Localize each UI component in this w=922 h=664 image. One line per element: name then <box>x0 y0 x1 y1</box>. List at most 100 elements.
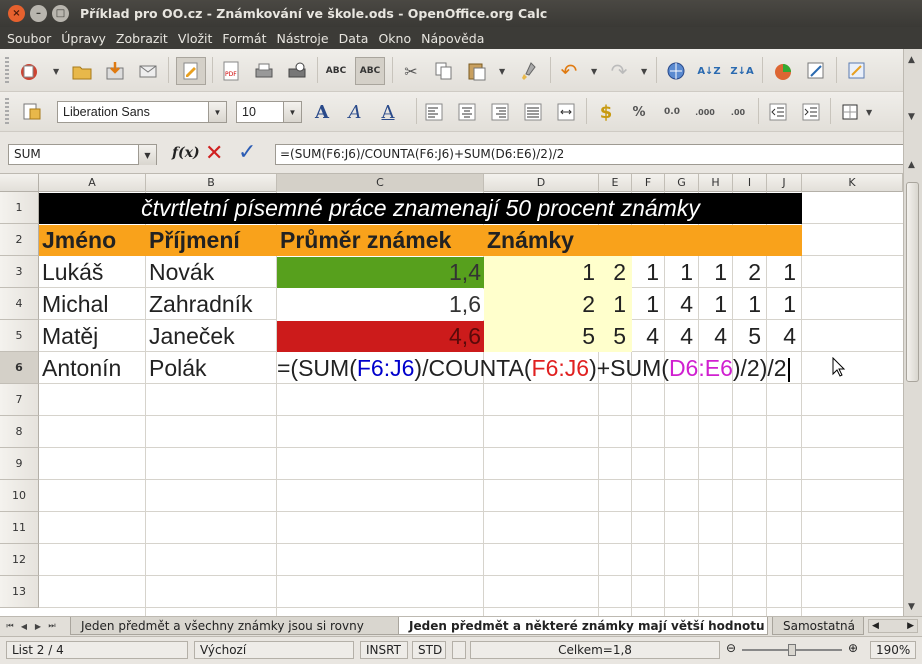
row-header-4[interactable]: 4 <box>0 288 39 320</box>
align-right-icon[interactable] <box>488 100 512 124</box>
bold-icon[interactable]: A <box>310 100 334 124</box>
first-sheet-icon[interactable]: ⏮ <box>4 620 16 632</box>
row-header-5[interactable]: 5 <box>0 320 39 352</box>
cell-c5[interactable]: 4,6 <box>277 321 484 352</box>
cell-h4[interactable]: 1 <box>699 289 733 320</box>
cell-f4[interactable]: 1 <box>632 289 665 320</box>
menu-window[interactable]: Okno <box>373 31 416 46</box>
cell-d5[interactable]: 5 <box>484 321 599 352</box>
merge-cells-icon[interactable] <box>554 100 578 124</box>
status-insert-mode[interactable]: INSRT <box>360 641 408 659</box>
cell-g5[interactable]: 4 <box>665 321 699 352</box>
cell-h3[interactable]: 1 <box>699 257 733 288</box>
edit-file-icon[interactable] <box>176 57 206 85</box>
new-document-icon[interactable] <box>17 59 41 83</box>
menu-tools[interactable]: Nástroje <box>271 31 333 46</box>
column-header-d[interactable]: D <box>484 174 599 192</box>
row-header-8[interactable]: 8 <box>0 416 39 448</box>
menu-help[interactable]: Nápověda <box>416 31 489 46</box>
cell-f5[interactable]: 4 <box>632 321 665 352</box>
sort-descending-icon[interactable]: Z↓A <box>730 59 754 83</box>
status-selection-mode[interactable]: STD <box>412 641 446 659</box>
cell-e4[interactable]: 1 <box>599 289 632 320</box>
row-header-9[interactable]: 9 <box>0 448 39 480</box>
zoom-slider[interactable]: ⊖ ⊕ <box>724 641 864 659</box>
delete-decimal-icon[interactable]: .00 <box>726 100 750 124</box>
cell-c4[interactable]: 1,6 <box>277 289 484 320</box>
currency-format-icon[interactable]: $ <box>594 100 618 124</box>
scroll-down-icon[interactable]: ▼ <box>908 602 915 612</box>
menu-view[interactable]: Zobrazit <box>111 31 173 46</box>
align-left-icon[interactable] <box>422 100 446 124</box>
show-draw-functions-icon[interactable] <box>804 59 828 83</box>
cell-j5[interactable]: 4 <box>767 321 802 352</box>
paste-icon[interactable] <box>465 59 489 83</box>
cell-i5[interactable]: 5 <box>733 321 767 352</box>
toolbar-grip[interactable] <box>5 98 9 124</box>
cell-d3[interactable]: 1 <box>484 257 599 288</box>
status-page-style[interactable]: Výchozí <box>194 641 354 659</box>
email-icon[interactable] <box>136 59 160 83</box>
cell-j4[interactable]: 1 <box>767 289 802 320</box>
open-folder-icon[interactable] <box>70 59 94 83</box>
clone-formatting-icon[interactable] <box>518 59 542 83</box>
auto-spellcheck-icon[interactable]: ABC <box>355 57 385 85</box>
row-header-10[interactable]: 10 <box>0 480 39 512</box>
font-name-combo[interactable]: Liberation Sans ▼ <box>57 101 227 123</box>
maximize-window-button[interactable]: □ <box>52 5 69 22</box>
menu-data[interactable]: Data <box>334 31 374 46</box>
status-zoom-level[interactable]: 190% <box>870 641 916 659</box>
cell-c2[interactable]: Průměr známek <box>277 225 484 256</box>
save-icon[interactable] <box>103 59 127 83</box>
cell-c6-editing[interactable]: =(SUM(F6:J6)/COUNTA(F6:J6)+SUM(D6:E6)/2)… <box>277 353 790 384</box>
cell-f3[interactable]: 1 <box>632 257 665 288</box>
cancel-icon[interactable]: ✕ <box>205 141 223 166</box>
next-sheet-icon[interactable]: ▶ <box>32 620 44 632</box>
font-size-dropdown-icon[interactable]: ▼ <box>283 102 301 122</box>
cell-a5[interactable]: Matěj <box>39 321 146 352</box>
undo-icon[interactable]: ↶ <box>557 59 581 83</box>
column-header-g[interactable]: G <box>665 174 699 192</box>
close-window-button[interactable]: × <box>8 5 25 22</box>
export-pdf-icon[interactable]: PDF <box>219 59 243 83</box>
formula-input[interactable]: =(SUM(F6:J6)/COUNTA(F6:J6)+SUM(D6:E6)/2)… <box>275 144 916 165</box>
minimize-window-button[interactable]: – <box>30 5 47 22</box>
new-dropdown-icon[interactable]: ▼ <box>53 67 59 76</box>
column-header-a[interactable]: A <box>39 174 146 192</box>
print-preview-icon[interactable] <box>285 59 309 83</box>
column-header-j[interactable]: J <box>767 174 802 192</box>
name-box-dropdown-icon[interactable]: ▼ <box>138 145 156 165</box>
cell-a6[interactable]: Antonín <box>39 353 146 384</box>
scroll-left-icon[interactable]: ◀ <box>872 621 879 631</box>
font-size-combo[interactable]: 10 ▼ <box>236 101 302 123</box>
row-header-6[interactable]: 6 <box>0 352 39 384</box>
column-header-e[interactable]: E <box>599 174 632 192</box>
column-header-h[interactable]: H <box>699 174 733 192</box>
cell-a4[interactable]: Michal <box>39 289 146 320</box>
column-header-c[interactable]: C <box>277 174 484 192</box>
cell-h5[interactable]: 4 <box>699 321 733 352</box>
cell-i3[interactable]: 2 <box>733 257 767 288</box>
cell-a2[interactable]: Jméno <box>39 225 146 256</box>
spellcheck-icon[interactable]: ABC <box>324 59 348 83</box>
row-header-12[interactable]: 12 <box>0 544 39 576</box>
undo-dropdown-icon[interactable]: ▼ <box>591 67 597 76</box>
row-header-13[interactable]: 13 <box>0 576 39 608</box>
borders-icon[interactable] <box>838 100 862 124</box>
menu-file[interactable]: Soubor <box>2 31 56 46</box>
redo-dropdown-icon[interactable]: ▼ <box>641 67 647 76</box>
copy-icon[interactable] <box>432 59 456 83</box>
row-header-2[interactable]: 2 <box>0 224 39 256</box>
spreadsheet-grid[interactable]: A B C D E F G H I J K 1 2 3 4 5 6 7 8 9 … <box>0 174 922 616</box>
cell-b5[interactable]: Janeček <box>146 321 277 352</box>
redo-icon[interactable]: ↷ <box>607 59 631 83</box>
borders-dropdown-icon[interactable]: ▼ <box>866 108 872 117</box>
cell-a3[interactable]: Lukáš <box>39 257 146 288</box>
sheet-tab-1[interactable]: Jeden předmět a všechny známky jsou si r… <box>70 617 400 635</box>
cell-e3[interactable]: 2 <box>599 257 632 288</box>
zoom-out-icon[interactable]: ⊖ <box>726 641 736 655</box>
row-header-7[interactable]: 7 <box>0 384 39 416</box>
cell-i4[interactable]: 1 <box>733 289 767 320</box>
menu-insert[interactable]: Vložit <box>173 31 218 46</box>
vertical-scroll-thumb[interactable] <box>906 182 919 382</box>
